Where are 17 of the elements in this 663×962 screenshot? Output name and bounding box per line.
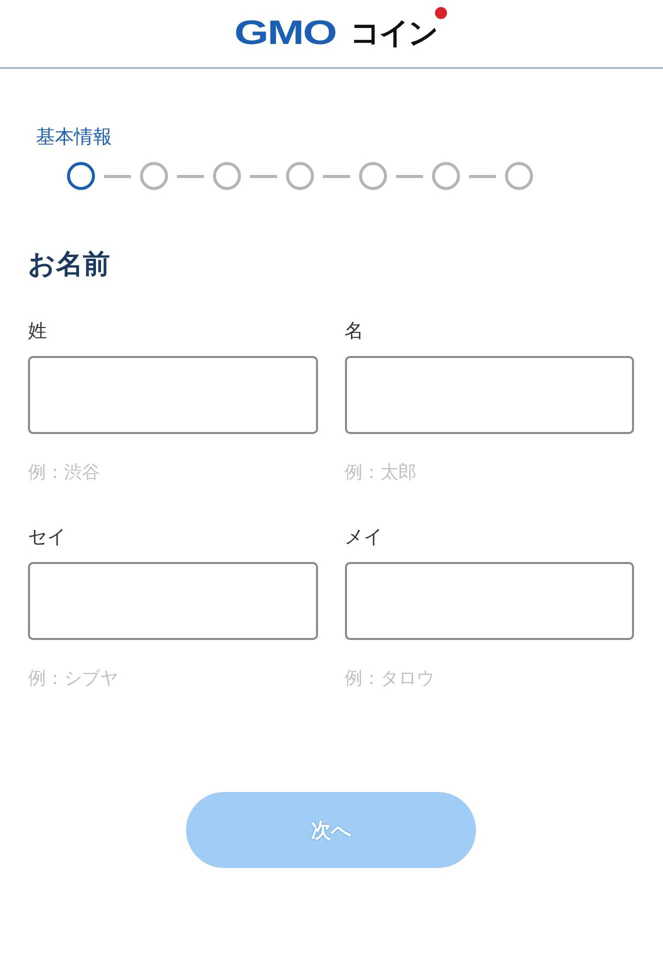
example-hint: 例：シブヤ <box>28 667 118 690</box>
logo-text: コイン <box>350 15 438 53</box>
field-label: 名 <box>344 319 364 344</box>
example-hint: 例：渋谷 <box>28 461 100 484</box>
logo-text: GMO <box>234 14 336 53</box>
input-field[interactable] <box>28 562 318 640</box>
step-label: 基本情報 <box>36 125 112 150</box>
input-field[interactable] <box>28 356 318 434</box>
example-hint: 例：タロウ <box>344 667 434 690</box>
input-field[interactable] <box>344 356 634 434</box>
field-label: セイ <box>28 525 66 550</box>
example-hint: 例：太郎 <box>344 461 416 484</box>
field-label: メイ <box>344 525 382 550</box>
input-field[interactable] <box>344 562 634 640</box>
dot-icon <box>435 7 448 19</box>
field-label: 姓 <box>28 319 47 344</box>
section-title: お名前 <box>28 248 110 282</box>
